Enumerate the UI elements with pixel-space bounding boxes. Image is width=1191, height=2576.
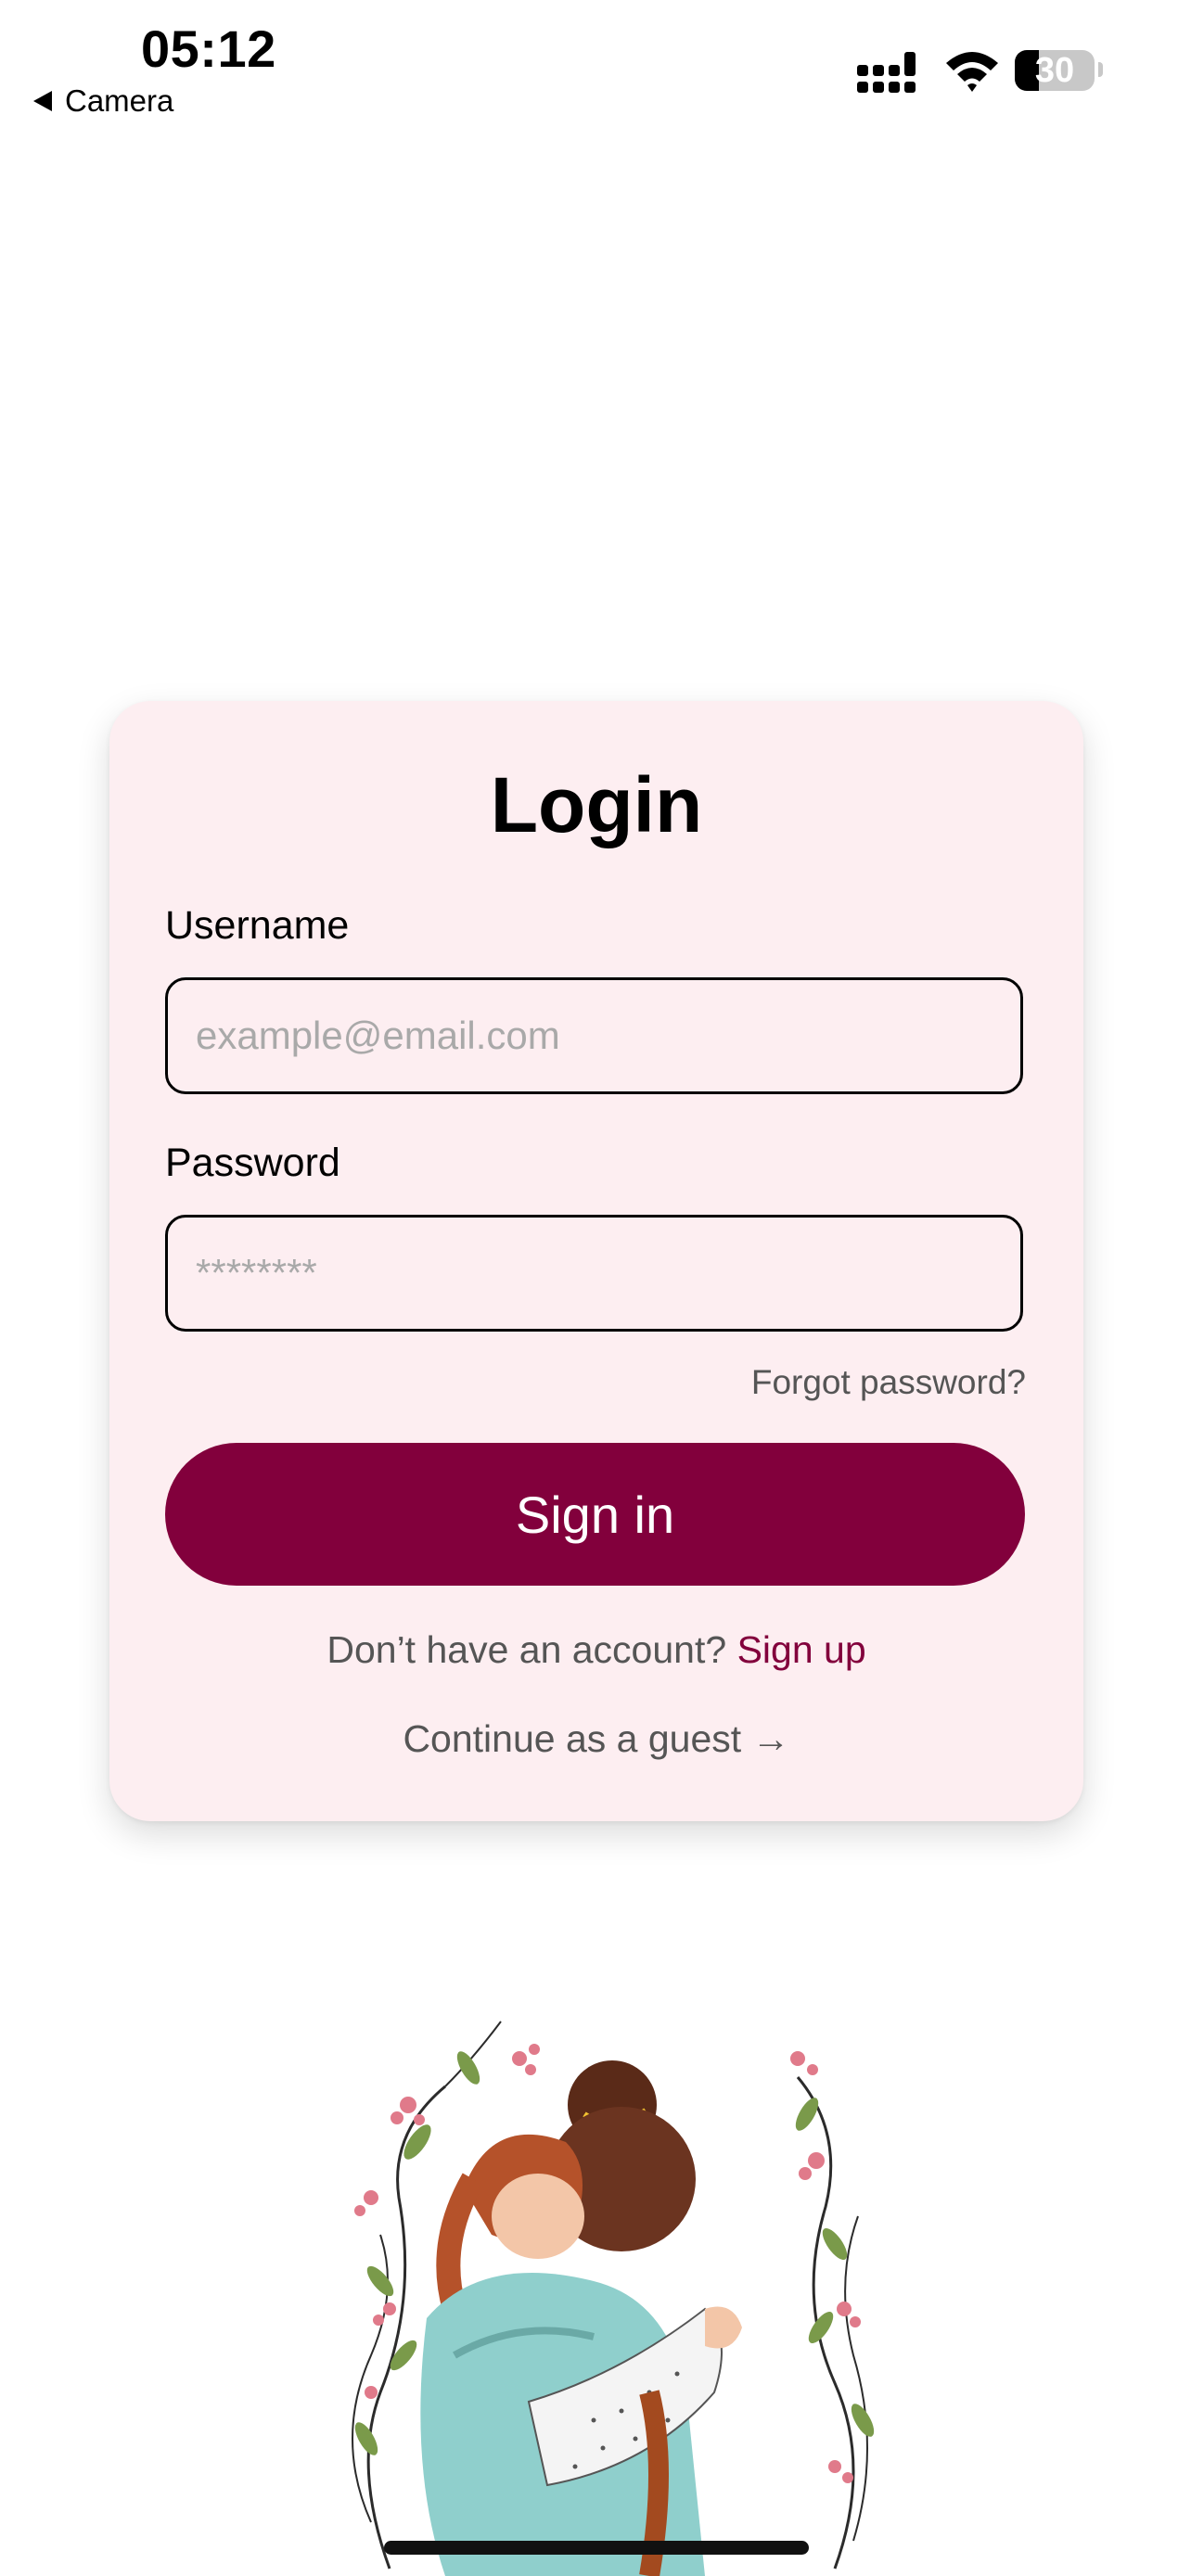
wifi-icon	[946, 52, 998, 92]
back-arrow-icon	[33, 91, 52, 111]
battery-level: 30	[1034, 50, 1075, 90]
username-field-box	[165, 977, 1023, 1094]
login-screen: 05:12 Camera 30 Login Username example@e…	[0, 0, 1191, 2576]
continue-as-guest-link[interactable]: Continue as a guest →	[109, 1717, 1083, 1761]
no-account-text: Don’t have an account?	[327, 1628, 727, 1671]
battery-icon: 30	[1015, 50, 1095, 91]
login-card: Login Username Password Forgot password?…	[109, 701, 1083, 1821]
sign-in-button[interactable]: Sign in	[165, 1443, 1025, 1586]
page-title: Login	[490, 761, 703, 848]
hug-illustration	[352, 2021, 875, 2576]
status-time: 05:12	[141, 19, 276, 78]
forgot-password-link[interactable]: Forgot password?	[751, 1363, 1026, 1402]
password-field-box	[165, 1215, 1023, 1332]
home-indicator[interactable]	[384, 2541, 809, 2555]
username-label: Username	[165, 903, 350, 948]
username-input[interactable]	[168, 980, 1020, 1091]
password-label: Password	[165, 1141, 340, 1185]
back-link-label: Camera	[65, 83, 174, 118]
battery-cap	[1098, 62, 1103, 77]
signal-icon	[857, 52, 916, 93]
signup-row: Don’t have an account? Sign up	[109, 1628, 1083, 1672]
back-to-camera-link[interactable]: Camera	[33, 83, 173, 119]
password-input[interactable]	[168, 1218, 1020, 1329]
sign-up-link[interactable]: Sign up	[737, 1628, 866, 1671]
